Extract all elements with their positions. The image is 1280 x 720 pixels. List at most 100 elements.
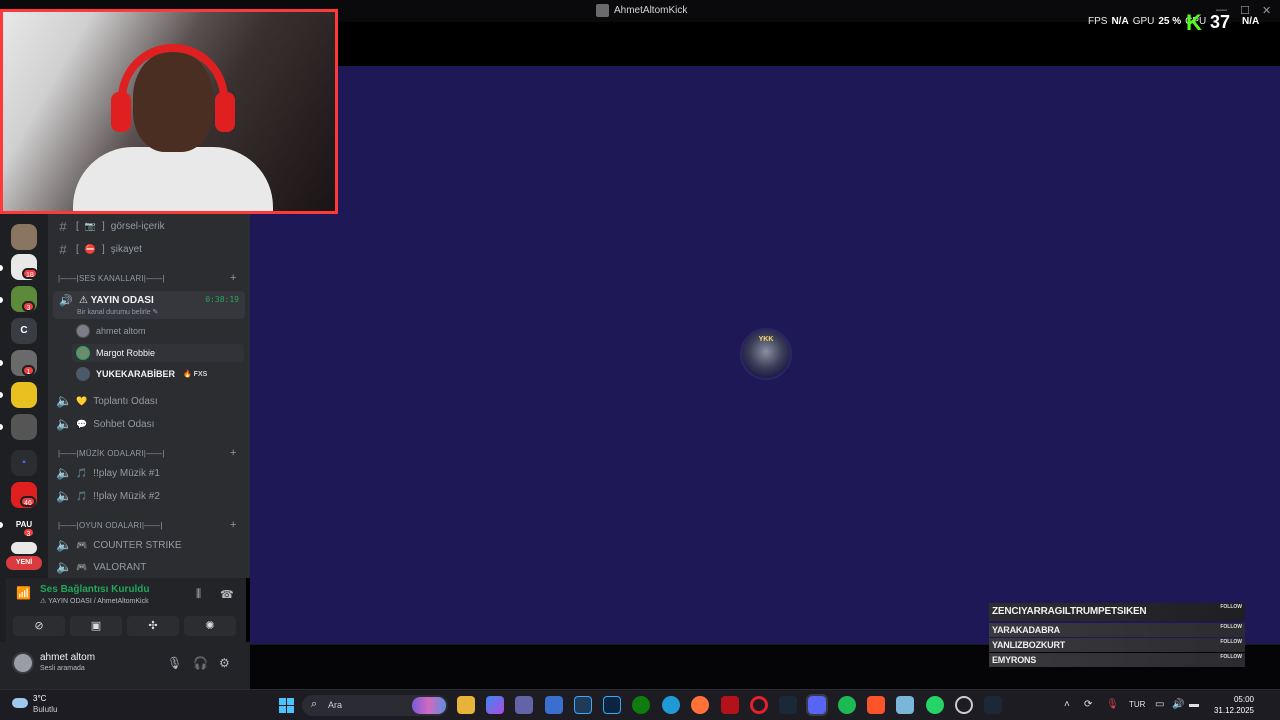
battery-icon[interactable]: ▬ <box>1189 699 1199 710</box>
headphones-icon[interactable]: 🎧 <box>193 656 208 670</box>
text-channel-sikayet[interactable]: # [ ⛔ ] şikayet <box>56 239 142 259</box>
close-button[interactable]: ✕ <box>1262 4 1271 17</box>
channel-name: görsel-içerik <box>110 220 165 232</box>
voice-status-channel[interactable]: ⚠ YAYIN ODASI / AhmetAltomKick <box>40 597 149 605</box>
text-channel-gorsel[interactable]: # [ 📷 ] görsel-içerik <box>56 216 165 236</box>
voice-channel-counter-strike[interactable]: 🔈 🎮 COUNTER STRIKE <box>56 535 182 555</box>
weather-status[interactable]: Bulutlu <box>33 705 57 714</box>
channel-name: VALORANT <box>93 561 147 573</box>
server-icon[interactable] <box>11 224 37 250</box>
clock[interactable]: 05:00 31.12.2025 <box>1214 694 1254 716</box>
sync-icon[interactable]: ⟳ <box>1084 699 1092 710</box>
folder-icon[interactable]: ▪ <box>11 450 37 476</box>
channel-bracket: [ <box>76 243 79 255</box>
add-channel-icon[interactable]: + <box>230 519 236 531</box>
channel-name: !!play Müzik #1 <box>93 467 160 479</box>
voice-channel-toplanti[interactable]: 🔈 💛 Toplantı Odası <box>56 391 158 411</box>
voice-channel-muzik-2[interactable]: 🔈 🎵 !!play Müzik #2 <box>56 486 160 506</box>
server-icon[interactable] <box>11 542 37 554</box>
game-app-icon[interactable] <box>721 696 739 714</box>
lightroom-icon[interactable] <box>574 696 592 714</box>
voice-channel-yayin-odasi[interactable]: 🔊 ⚠ YAYIN ODASI Bir kanal durumu belirle… <box>53 291 245 319</box>
file-explorer-icon[interactable] <box>457 696 475 714</box>
soundboard-button[interactable]: ✺ <box>184 616 236 636</box>
webcam-overlay <box>0 9 338 214</box>
edge-icon[interactable] <box>662 696 680 714</box>
voice-user[interactable]: ahmet altom <box>76 322 146 340</box>
channel-status[interactable]: Bir kanal durumu belirle ✎ <box>77 308 158 316</box>
weather-temp[interactable]: 3°C <box>33 694 46 703</box>
spotify-icon[interactable] <box>838 696 856 714</box>
xbox-icon[interactable] <box>632 696 650 714</box>
voice-channel-valorant[interactable]: 🔈 🎮 VALORANT <box>56 557 146 577</box>
channel-name: COUNTER STRIKE <box>93 539 182 551</box>
username: YUKEKARABİBER <box>96 369 176 379</box>
category-oyun-odalari[interactable]: |——|OYUN ODALARI|——| <box>58 521 163 530</box>
channel-bracket: ] <box>102 220 105 232</box>
mic-muted-icon[interactable]: 🎙 <box>1106 699 1119 710</box>
speaker-icon: 🔈 <box>56 393 73 408</box>
unread-indicator <box>0 265 3 271</box>
gear-icon[interactable]: ⚙ <box>219 656 230 670</box>
add-channel-icon[interactable]: + <box>230 447 236 459</box>
photos-icon[interactable] <box>545 696 563 714</box>
search-highlight-image <box>412 697 446 714</box>
whatsapp-icon[interactable] <box>926 696 944 714</box>
steam-icon[interactable] <box>984 696 1002 714</box>
category-muzik-odalari[interactable]: |——|MÜZİK ODALARI|——| <box>58 449 165 458</box>
noise-suppression-icon[interactable]: ⫼ <box>196 588 201 601</box>
monitor-icon[interactable]: ▭ <box>1155 699 1164 710</box>
search-box[interactable]: ⌕ Ara <box>302 695 448 716</box>
disconnect-icon[interactable]: ☎ <box>220 588 234 601</box>
volume-icon[interactable]: 🔊 <box>1172 699 1184 710</box>
add-channel-icon[interactable]: + <box>230 272 236 284</box>
voice-user[interactable]: YUKEKARABİBER 🔥 FXS <box>76 365 207 383</box>
speaker-icon: 🔊 <box>59 295 73 307</box>
channel-name: şikayet <box>110 243 142 255</box>
server-icon[interactable] <box>11 414 37 440</box>
leaderboard-row: YANLIZBOZKURT FOLLOW <box>989 638 1245 652</box>
unread-indicator <box>0 360 3 366</box>
firefox-icon[interactable] <box>691 696 709 714</box>
speaker-icon: 🔈 <box>56 465 73 480</box>
channel-name: ⚠ YAYIN ODASI <box>79 295 154 306</box>
unread-indicator <box>0 522 3 528</box>
call-timer: 0:38:19 <box>205 295 239 304</box>
teams-icon[interactable] <box>515 696 533 714</box>
stream-logo: YKK <box>740 328 792 380</box>
network-app-icon[interactable] <box>896 696 914 714</box>
server-c[interactable]: C <box>11 318 37 344</box>
screen-share-button[interactable]: ▣ <box>70 616 122 636</box>
server-icon[interactable] <box>11 382 37 408</box>
signal-icon[interactable]: 📶 <box>16 586 31 600</box>
cpu-value: N/A <box>1242 16 1260 27</box>
cloud-icon[interactable] <box>12 698 28 708</box>
category-ses-kanallari[interactable]: |——|SES KANALLARI|——| <box>58 274 165 283</box>
username[interactable]: ahmet altom <box>40 652 95 663</box>
new-badge[interactable]: YENİ <box>6 556 42 570</box>
photoshop-icon[interactable] <box>603 696 621 714</box>
camera-off-button[interactable]: ⊘ <box>13 616 65 636</box>
opera-icon[interactable] <box>750 696 768 714</box>
obs-icon[interactable] <box>955 696 973 714</box>
unread-indicator <box>0 297 3 303</box>
mention-badge: 3 <box>22 301 35 312</box>
user-status: Sesli aramada <box>40 665 85 672</box>
voice-channel-muzik-1[interactable]: 🔈 🎵 !!play Müzik #1 <box>56 463 160 483</box>
start-button[interactable] <box>279 698 294 713</box>
language-indicator[interactable]: TUR <box>1129 700 1145 709</box>
brave-icon[interactable] <box>867 696 885 714</box>
follower-leaderboard: ZENCIYARRAGILTRUMPETSIKEN FOLLOW YARAKAD… <box>989 603 1245 668</box>
voice-channel-sohbet[interactable]: 🔈 💬 Sohbet Odası <box>56 414 154 434</box>
voice-user[interactable]: Margot Robbie <box>76 344 155 362</box>
avatar[interactable] <box>12 652 34 674</box>
streamer-image <box>73 44 273 211</box>
copilot-icon[interactable] <box>486 696 504 714</box>
discord-icon[interactable] <box>806 694 828 716</box>
steam-icon[interactable] <box>779 696 797 714</box>
voice-connection-panel: 📶 Ses Bağlantısı Kuruldu ⚠ YAYIN ODASI /… <box>6 578 246 642</box>
microphone-icon[interactable]: 🎙 <box>167 656 182 670</box>
avatar <box>76 346 90 360</box>
chevron-up-icon[interactable]: ˄ <box>1064 699 1070 710</box>
activities-button[interactable]: ✣ <box>127 616 179 636</box>
